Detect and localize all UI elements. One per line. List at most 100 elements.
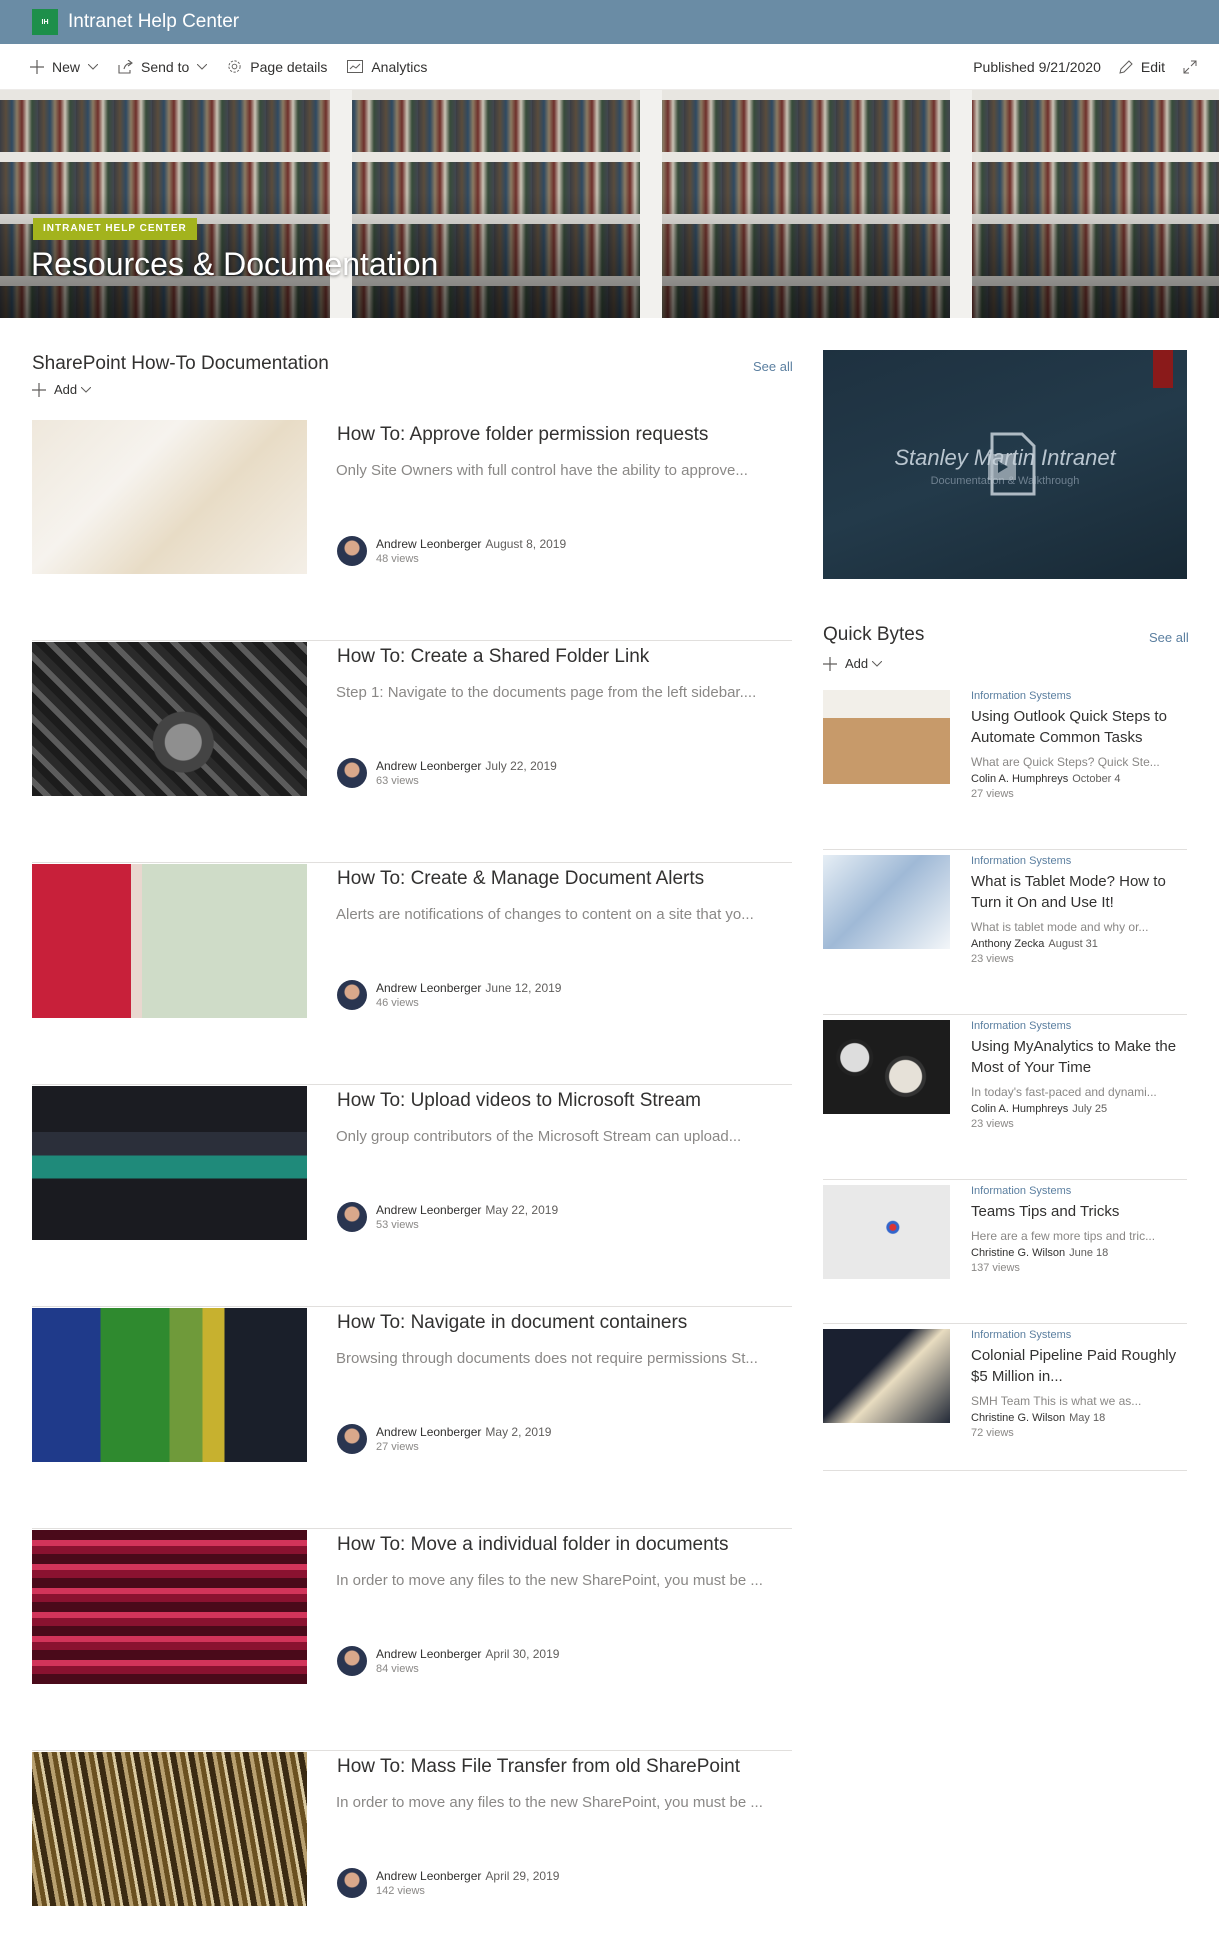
quick-byte-thumbnail[interactable]	[823, 690, 950, 784]
author-name[interactable]: Christine G. Wilson	[971, 1412, 1065, 1424]
send-to-button[interactable]: Send to	[118, 58, 208, 75]
author-name[interactable]: Andrew Leonberger	[376, 759, 481, 773]
quick-byte-byline: Colin A. Humphreys October 4	[971, 773, 1187, 785]
avatar[interactable]	[337, 1868, 367, 1898]
quick-byte-item[interactable]: Information Systems Colonial Pipeline Pai…	[823, 1329, 1187, 1471]
author-name[interactable]: Colin A. Humphreys	[971, 1103, 1068, 1115]
article-title[interactable]: How To: Approve folder permission reques…	[337, 424, 708, 446]
new-button[interactable]: New	[30, 59, 99, 75]
howto-article[interactable]: How To: Create & Manage Document Alerts A…	[32, 864, 792, 1085]
article-thumbnail[interactable]	[32, 642, 307, 796]
quick-bytes-see-all-link[interactable]: See all	[1149, 630, 1189, 645]
quick-byte-item[interactable]: Information Systems Using MyAnalytics to …	[823, 1020, 1187, 1180]
analytics-label: Analytics	[371, 58, 428, 75]
send-to-label: Send to	[141, 58, 190, 75]
view-count: 48 views	[376, 553, 419, 565]
article-title[interactable]: How To: Upload videos to Microsoft Strea…	[337, 1090, 701, 1112]
site-name[interactable]: Intranet Help Center	[68, 11, 239, 33]
site-logo[interactable]: IH	[32, 9, 58, 35]
avatar[interactable]	[337, 536, 367, 566]
view-count: 63 views	[376, 775, 419, 787]
analytics-icon	[347, 60, 364, 73]
quick-byte-byline: Anthony Zecka August 31	[971, 938, 1187, 950]
quick-byte-thumbnail[interactable]	[823, 1329, 950, 1423]
edit-button[interactable]: Edit	[1119, 59, 1165, 75]
author-name[interactable]: Andrew Leonberger	[376, 1203, 481, 1217]
article-title[interactable]: How To: Navigate in document containers	[337, 1312, 687, 1334]
avatar[interactable]	[337, 1202, 367, 1232]
article-date: May 2, 2019	[485, 1425, 552, 1439]
howto-article[interactable]: How To: Upload videos to Microsoft Strea…	[32, 1086, 792, 1307]
author-name[interactable]: Christine G. Wilson	[971, 1247, 1065, 1259]
article-title[interactable]: How To: Create a Shared Folder Link	[337, 646, 649, 668]
quick-byte-item[interactable]: Information Systems Using Outlook Quick S…	[823, 690, 1187, 850]
chevron-down-icon	[197, 63, 208, 70]
quick-bytes-title: Quick Bytes	[823, 624, 925, 645]
article-title[interactable]: How To: Create & Manage Document Alerts	[337, 868, 704, 890]
hero-banner: INTRANET HELP CENTER Resources & Documen…	[0, 90, 1219, 318]
quick-byte-description: In today's fast-paced and dynami...	[971, 1085, 1157, 1099]
quick-byte-title[interactable]: What is Tablet Mode? How to Turn it On a…	[971, 871, 1187, 913]
article-thumbnail[interactable]	[32, 420, 307, 574]
quick-bytes-add-button[interactable]: Add	[823, 656, 890, 671]
shelf-divider	[330, 90, 352, 318]
quick-byte-title[interactable]: Colonial Pipeline Paid Roughly $5 Millio…	[971, 1345, 1187, 1387]
quick-byte-title[interactable]: Using MyAnalytics to Make the Most of Yo…	[971, 1036, 1187, 1078]
article-byline: Andrew Leonberger May 22, 2019	[376, 1203, 558, 1217]
author-name[interactable]: Andrew Leonberger	[376, 1425, 481, 1439]
quick-byte-category[interactable]: Information Systems	[971, 855, 1071, 867]
quick-byte-category[interactable]: Information Systems	[971, 1020, 1071, 1032]
edit-label: Edit	[1140, 58, 1165, 75]
quick-byte-title[interactable]: Teams Tips and Tricks	[971, 1201, 1187, 1222]
author-name[interactable]: Andrew Leonberger	[376, 1869, 481, 1883]
howto-article[interactable]: How To: Move a individual folder in docu…	[32, 1530, 792, 1751]
page-details-button[interactable]: Page details	[227, 59, 327, 75]
quick-byte-thumbnail[interactable]	[823, 1020, 950, 1114]
article-byline: Andrew Leonberger May 2, 2019	[376, 1425, 551, 1439]
quick-byte-category[interactable]: Information Systems	[971, 690, 1071, 702]
howto-article[interactable]: How To: Navigate in document containers B…	[32, 1308, 792, 1529]
avatar[interactable]	[337, 1646, 367, 1676]
howto-add-button[interactable]: Add	[32, 382, 99, 397]
quick-byte-item[interactable]: Information Systems Teams Tips and Tricks…	[823, 1185, 1187, 1324]
article-date: May 22, 2019	[485, 1203, 559, 1217]
article-thumbnail[interactable]	[32, 1308, 307, 1462]
article-byline: Andrew Leonberger June 12, 2019	[376, 981, 561, 995]
article-thumbnail[interactable]	[32, 864, 307, 1018]
howto-see-all-link[interactable]: See all	[753, 359, 793, 374]
chevron-down-icon	[872, 660, 883, 667]
quick-byte-category[interactable]: Information Systems	[971, 1329, 1071, 1341]
avatar[interactable]	[337, 1424, 367, 1454]
quick-byte-description: What is tablet mode and why or...	[971, 920, 1149, 934]
article-thumbnail[interactable]	[32, 1086, 307, 1240]
howto-article[interactable]: How To: Create a Shared Folder Link Step …	[32, 642, 792, 863]
author-name[interactable]: Anthony Zecka	[971, 938, 1044, 950]
shelf-divider	[950, 90, 972, 318]
quick-byte-item[interactable]: Information Systems What is Tablet Mode? …	[823, 855, 1187, 1015]
article-title[interactable]: How To: Move a individual folder in docu…	[337, 1534, 728, 1556]
author-name[interactable]: Andrew Leonberger	[376, 1647, 481, 1661]
article-description: In order to move any files to the new Sh…	[336, 1794, 763, 1811]
howto-section-title: SharePoint How-To Documentation	[32, 353, 329, 374]
howto-article[interactable]: How To: Approve folder permission reques…	[32, 420, 792, 641]
view-count: 53 views	[376, 1219, 419, 1231]
gear-icon	[228, 60, 241, 73]
expand-icon[interactable]	[1183, 60, 1197, 74]
article-thumbnail[interactable]	[32, 1752, 307, 1906]
avatar[interactable]	[337, 758, 367, 788]
article-thumbnail[interactable]	[32, 1530, 307, 1684]
author-name[interactable]: Andrew Leonberger	[376, 981, 481, 995]
quick-byte-thumbnail[interactable]	[823, 855, 950, 949]
video-player[interactable]: Stanley Martin Intranet Documentation & …	[823, 350, 1187, 579]
article-title[interactable]: How To: Mass File Transfer from old Shar…	[337, 1756, 740, 1778]
author-name[interactable]: Andrew Leonberger	[376, 537, 481, 551]
chevron-down-icon	[88, 63, 99, 70]
howto-article[interactable]: How To: Mass File Transfer from old Shar…	[32, 1752, 792, 1952]
quick-byte-title[interactable]: Using Outlook Quick Steps to Automate Co…	[971, 706, 1187, 748]
analytics-button[interactable]: Analytics	[347, 59, 427, 75]
quick-byte-category[interactable]: Information Systems	[971, 1185, 1071, 1197]
quick-byte-description: Here are a few more tips and tric...	[971, 1229, 1156, 1243]
author-name[interactable]: Colin A. Humphreys	[971, 773, 1068, 785]
avatar[interactable]	[337, 980, 367, 1010]
quick-byte-thumbnail[interactable]	[823, 1185, 950, 1279]
